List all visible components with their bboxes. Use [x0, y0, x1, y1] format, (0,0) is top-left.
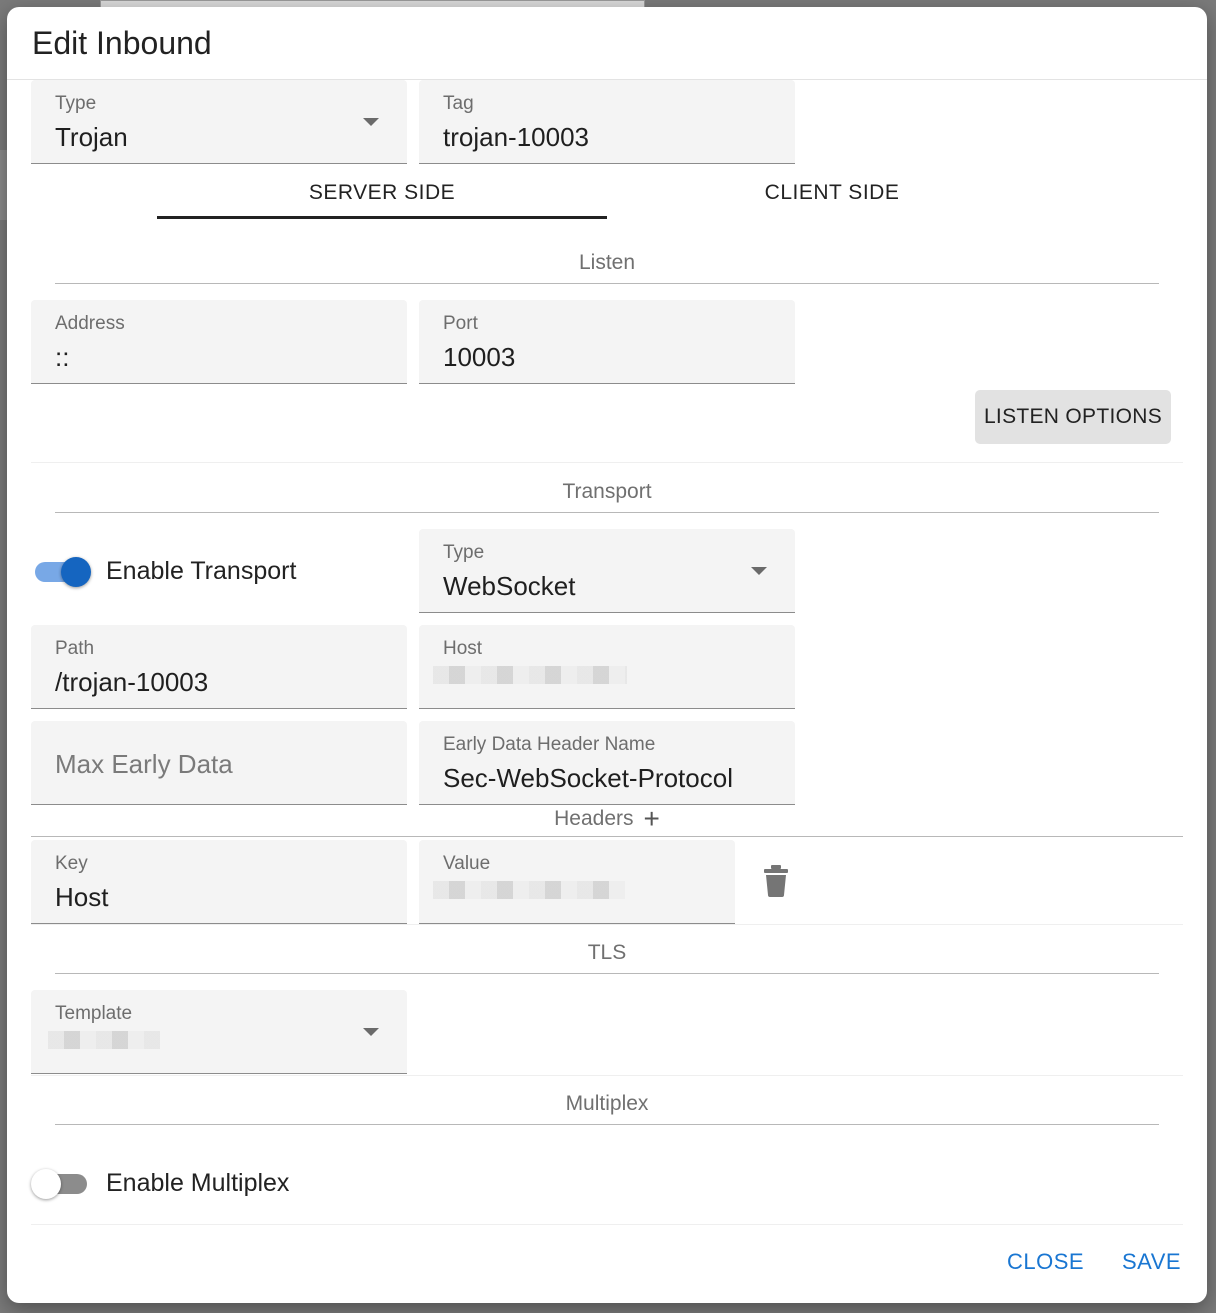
enable-transport-toggle[interactable] — [33, 557, 91, 587]
header-key-field[interactable]: Key Host — [31, 840, 407, 924]
address-field[interactable]: Address :: — [31, 300, 407, 384]
address-value: :: — [55, 342, 70, 372]
header-value-label: Value — [443, 853, 491, 874]
tag-value: trojan-10003 — [443, 122, 589, 152]
chevron-down-icon — [751, 567, 767, 575]
host-field[interactable]: Host — [419, 625, 795, 709]
port-field[interactable]: Port 10003 — [419, 300, 795, 384]
tls-template-select[interactable]: Template — [31, 990, 407, 1074]
tab-server-side[interactable]: SERVER SIDE — [157, 167, 607, 219]
tag-label: Tag — [443, 93, 474, 114]
host-label: Host — [443, 638, 483, 659]
listen-options-button[interactable]: LISTEN OPTIONS — [975, 390, 1171, 444]
header-key-value: Host — [55, 882, 109, 912]
transport-type-label: Type — [443, 542, 485, 563]
chevron-down-icon — [363, 118, 379, 126]
type-label: Type — [55, 93, 97, 114]
early-data-header-field[interactable]: Early Data Header Name Sec-WebSocket-Pro… — [419, 721, 795, 805]
max-early-data-field[interactable]: Max Early Data — [31, 721, 407, 805]
plus-icon[interactable]: + — [644, 805, 660, 833]
enable-transport-label: Enable Transport — [106, 557, 297, 585]
transport-type-value: WebSocket — [443, 571, 576, 601]
transport-type-select[interactable]: Type WebSocket — [419, 529, 795, 613]
dialog-title: Edit Inbound — [7, 7, 1207, 80]
enable-multiplex-label: Enable Multiplex — [106, 1169, 290, 1197]
type-value: Trojan — [55, 122, 128, 152]
type-select[interactable]: Type Trojan — [31, 80, 407, 164]
redacted-header-value — [433, 881, 625, 899]
header-value-field[interactable]: Value — [419, 840, 735, 924]
tls-section-title: TLS — [55, 941, 1159, 974]
header-key-label: Key — [55, 853, 88, 874]
headers-title: Headers + — [31, 805, 1183, 837]
chevron-down-icon — [363, 1028, 379, 1036]
port-label: Port — [443, 313, 478, 334]
transport-section-title: Transport — [55, 480, 1159, 513]
close-button[interactable]: CLOSE — [1007, 1249, 1084, 1275]
redacted-template-value — [48, 1031, 160, 1049]
toggle-thumb — [61, 557, 91, 587]
multiplex-section-title: Multiplex — [55, 1092, 1159, 1125]
save-button[interactable]: SAVE — [1122, 1249, 1181, 1275]
redacted-host-value — [433, 666, 627, 684]
path-field[interactable]: Path /trojan-10003 — [31, 625, 407, 709]
early-data-header-value: Sec-WebSocket-Protocol — [443, 763, 733, 793]
headers-label: Headers — [554, 807, 634, 830]
trash-icon[interactable] — [763, 865, 789, 897]
edit-inbound-dialog: Edit Inbound Type Trojan Tag trojan-1000… — [7, 7, 1207, 1303]
path-label: Path — [55, 638, 95, 659]
enable-multiplex-toggle[interactable] — [31, 1169, 89, 1199]
toggle-thumb — [31, 1169, 61, 1199]
tab-client-side[interactable]: CLIENT SIDE — [607, 167, 1057, 219]
listen-section-title: Listen — [55, 251, 1159, 284]
tag-field[interactable]: Tag trojan-10003 — [419, 80, 795, 164]
template-label: Template — [55, 1003, 133, 1024]
path-value: /trojan-10003 — [55, 667, 209, 697]
side-tabs: SERVER SIDE CLIENT SIDE — [157, 167, 1057, 219]
early-data-header-label: Early Data Header Name — [443, 734, 656, 755]
address-label: Address — [55, 313, 125, 334]
port-value: 10003 — [443, 342, 516, 372]
max-early-data-placeholder: Max Early Data — [55, 749, 233, 779]
